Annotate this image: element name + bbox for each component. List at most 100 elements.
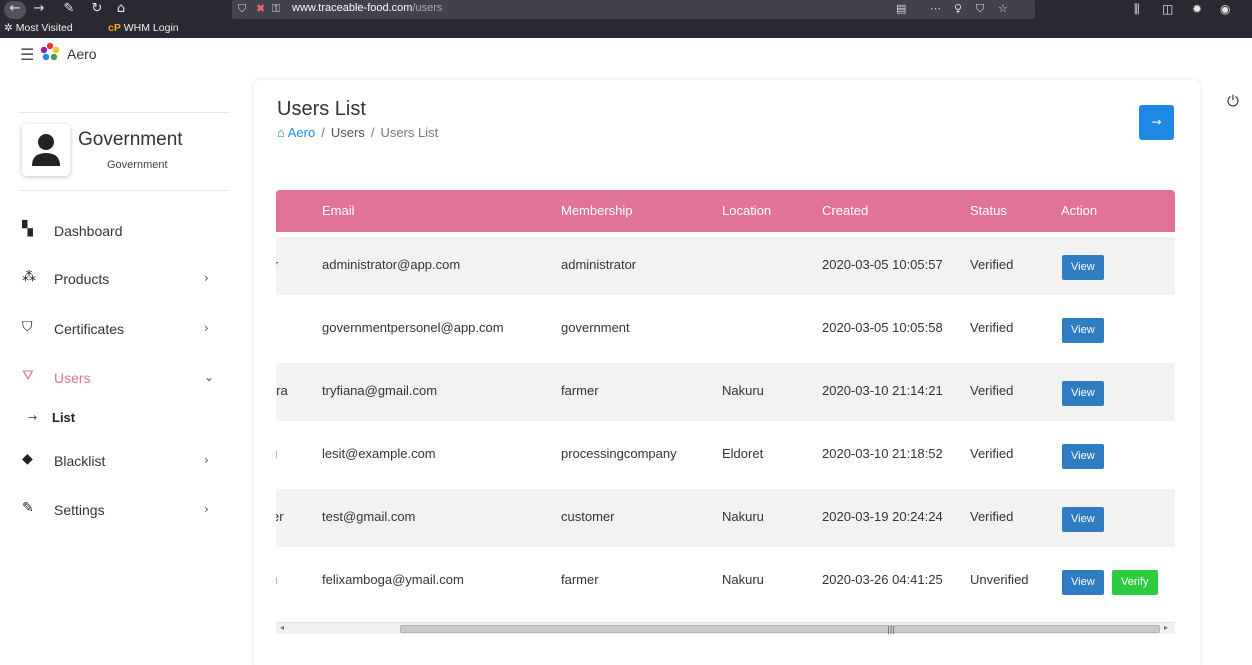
column-header-created[interactable]: Created <box>822 203 868 218</box>
scroll-left-icon[interactable]: ◂ <box>280 623 284 632</box>
cell-name: ı <box>276 572 278 587</box>
cell-membership: customer <box>561 509 615 524</box>
sidebar-subitem-label: List <box>52 410 76 425</box>
column-header-location[interactable]: Location <box>722 203 771 218</box>
forward-button[interactable]: → <box>1139 105 1174 140</box>
cell-name: er <box>276 509 284 524</box>
sidebar-item-label: Blacklist <box>54 453 106 469</box>
profile-role: Government <box>107 159 168 171</box>
cell-status: Verified <box>970 257 1014 272</box>
view-button[interactable]: View <box>1062 570 1104 595</box>
key-icon: ⚿ <box>272 2 281 15</box>
view-button[interactable]: View <box>1062 507 1104 532</box>
cell-email: felixamboga@ymail.com <box>322 572 464 587</box>
chevron-right-icon: › <box>204 271 209 285</box>
cell-email: test@gmail.com <box>322 509 416 524</box>
account-icon[interactable]: ◉ <box>1220 2 1230 16</box>
verify-button[interactable]: Verify <box>1112 570 1158 595</box>
more-icon[interactable]: ⋯ <box>930 2 941 15</box>
home-icon: ⌂ <box>277 125 285 140</box>
cell-location: Nakuru <box>722 383 764 398</box>
cell-location: Eldoret <box>722 446 764 461</box>
column-header-membership[interactable]: Membership <box>561 203 633 218</box>
browser-toolbar: ← → ✎ ↻ ⌂ ⛉ ✖ ⚿ www.traceable-food.com/u… <box>0 0 1252 38</box>
breadcrumb-home[interactable]: ⌂ Aero <box>277 125 315 140</box>
sidebar-item-products[interactable]: ⁂ Products › <box>0 265 232 293</box>
column-header-action: Action <box>1061 203 1098 218</box>
power-icon[interactable]: ⏻ <box>1227 92 1239 110</box>
breadcrumb-separator: / <box>370 125 375 140</box>
certificates-icon: ⛉ <box>22 319 33 335</box>
forward-icon[interactable]: → <box>30 1 48 17</box>
user-avatar-icon <box>32 134 60 166</box>
sidebar-item-dashboard[interactable]: ▚ Dashboard <box>0 217 232 245</box>
horizontal-scrollbar[interactable]: ◂ ||| ▸ <box>276 622 1175 634</box>
table-row: er test@gmail.com customer Nakuru 2020-0… <box>276 489 1175 547</box>
cell-email: governmentpersonel@app.com <box>322 320 504 335</box>
bookmark-whm-login[interactable]: cP WHM Login <box>108 22 179 34</box>
users-table: Email Membership Location Created Status… <box>276 190 1175 610</box>
bookmark-most-visited[interactable]: ✲ Most Visited <box>4 22 73 34</box>
arrow-right-icon: → <box>1151 115 1162 129</box>
sidebar-item-label: Products <box>54 271 110 287</box>
cell-status: Unverified <box>970 572 1029 587</box>
dashboard-icon: ▚ <box>22 221 33 237</box>
sidebar-subitem-list[interactable]: → List <box>0 407 232 429</box>
breadcrumb: ⌂ Aero / Users / Users List <box>277 125 438 140</box>
hamburger-menu-icon[interactable]: ☰ <box>20 45 34 64</box>
reload-icon[interactable]: ↻ <box>88 1 106 17</box>
chevron-right-icon: › <box>204 502 209 516</box>
lightbulb-icon[interactable]: ♀ <box>954 2 962 15</box>
chevron-right-icon: › <box>204 321 209 335</box>
column-header-email[interactable]: Email <box>322 203 355 218</box>
bookmark-star-icon[interactable]: ☆ <box>998 2 1008 15</box>
grip-icon: ||| <box>887 625 896 634</box>
wrench-icon: ✎ <box>22 500 34 516</box>
column-header-status[interactable]: Status <box>970 203 1007 218</box>
pocket-icon[interactable]: ⛉ <box>976 2 984 16</box>
chevron-down-icon: ⌄ <box>204 370 215 384</box>
sidebar-item-label: Dashboard <box>54 223 123 239</box>
back-icon[interactable]: ← <box>4 1 26 19</box>
table-row: r administrator@app.com administrator 20… <box>276 237 1175 295</box>
sidebar-item-certificates[interactable]: ⛉ Certificates › <box>0 315 232 343</box>
view-button[interactable]: View <box>1062 444 1104 469</box>
breadcrumb-users[interactable]: Users <box>331 125 365 140</box>
cell-membership: government <box>561 320 630 335</box>
cell-email: tryfiana@gmail.com <box>322 383 438 398</box>
nav-row: ← → ✎ ↻ ⌂ ⛉ ✖ ⚿ www.traceable-food.com/u… <box>0 0 1252 19</box>
sidebar-item-blacklist[interactable]: ◆ Blacklist › <box>0 447 232 475</box>
sidebar-item-users[interactable]: ⛛ Users ⌄ <box>0 364 232 392</box>
arrow-right-icon: → <box>28 411 38 424</box>
sidebar-toggle-icon[interactable]: ◫ <box>1162 2 1173 16</box>
shield-icon[interactable]: ⛉ <box>238 2 246 16</box>
profile-name: Government <box>78 129 183 150</box>
table-header: Email Membership Location Created Status… <box>276 190 1175 232</box>
url-bar[interactable]: ⛉ ✖ ⚿ www.traceable-food.com/users ▤ ⋯ ♀… <box>232 0 1035 19</box>
scrollbar-thumb[interactable]: ||| <box>400 625 1160 634</box>
view-button[interactable]: View <box>1062 381 1104 406</box>
home-icon[interactable]: ⌂ <box>112 1 130 17</box>
breadcrumb-current: Users List <box>380 125 439 140</box>
cell-status: Verified <box>970 320 1014 335</box>
brand-name[interactable]: Aero <box>67 46 97 62</box>
table-row: ı lesit@example.com processingcompany El… <box>276 426 1175 484</box>
avatar[interactable] <box>22 124 70 176</box>
breadcrumb-separator: / <box>321 125 325 140</box>
view-button[interactable]: View <box>1062 318 1104 343</box>
aero-logo-icon <box>40 42 60 61</box>
scroll-right-icon[interactable]: ▸ <box>1164 623 1168 632</box>
view-button[interactable]: View <box>1062 255 1104 280</box>
table-row: ı felixamboga@ymail.com farmer Nakuru 20… <box>276 552 1175 610</box>
cell-email: administrator@app.com <box>322 257 461 272</box>
sidebar-item-settings[interactable]: ✎ Settings › <box>0 496 232 524</box>
library-icon[interactable]: ⫼ <box>1134 2 1140 17</box>
cell-created: 2020-03-10 21:18:52 <box>822 446 943 461</box>
cell-name: nira <box>276 383 288 398</box>
table-row: nira tryfiana@gmail.com farmer Nakuru 20… <box>276 363 1175 421</box>
wrench-icon[interactable]: ✎ <box>60 1 78 17</box>
extension-icon[interactable]: ✹ <box>1192 2 1202 16</box>
insecure-lock-icon[interactable]: ✖ <box>256 2 265 15</box>
url-text[interactable]: www.traceable-food.com/users <box>292 2 442 14</box>
reader-view-icon[interactable]: ▤ <box>896 2 906 15</box>
